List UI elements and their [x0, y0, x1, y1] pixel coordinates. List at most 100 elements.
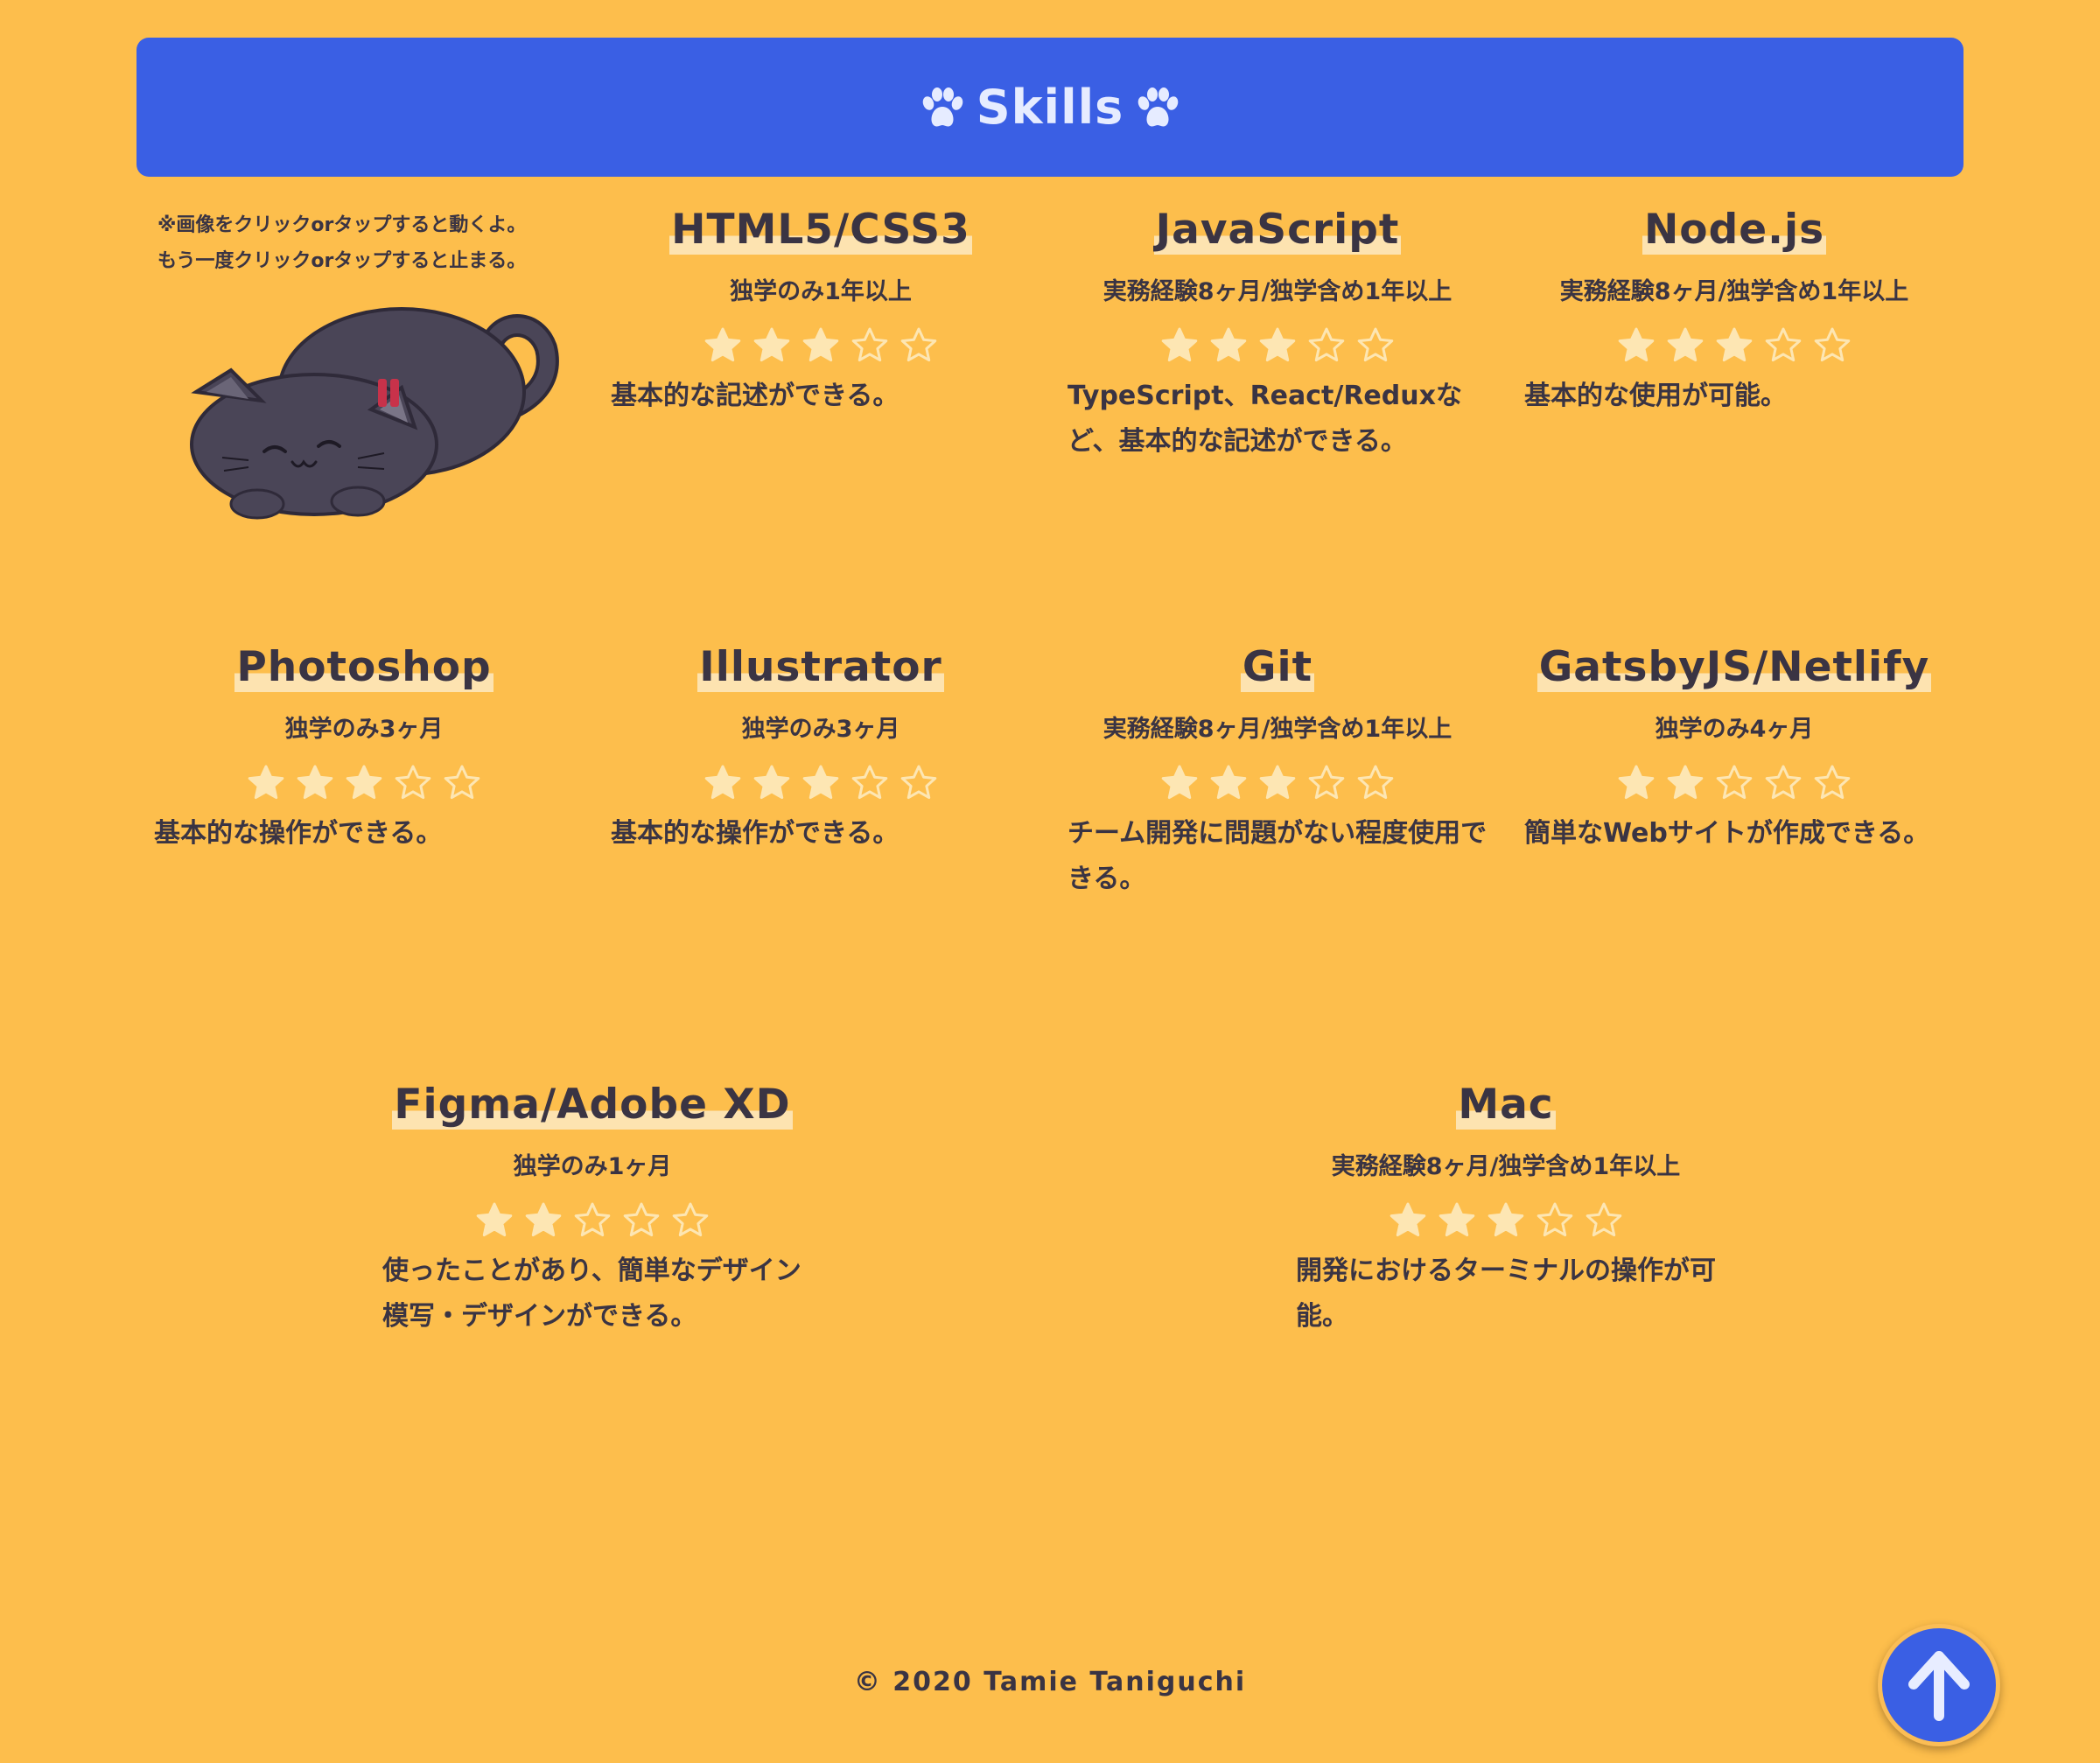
arrow-up-icon — [1908, 1651, 1970, 1721]
star-empty-icon — [1814, 765, 1851, 800]
star-empty-icon — [444, 765, 480, 800]
skill-card: HTML5/CSS3 独学のみ1年以上基本的な記述ができる。 — [611, 206, 1031, 419]
skill-title: Photoshop — [234, 643, 494, 692]
star-filled-icon — [1161, 327, 1198, 362]
skill-experience: 独学のみ4ヶ月 — [1655, 716, 1814, 743]
star-filled-icon — [1488, 1202, 1524, 1237]
skill-description: 基本的な操作ができる。 — [611, 818, 900, 849]
star-filled-icon — [1259, 327, 1296, 362]
star-filled-icon — [753, 327, 790, 362]
skill-title: Mac — [1456, 1081, 1556, 1130]
star-empty-icon — [623, 1202, 660, 1237]
cat-illustration[interactable] — [161, 304, 564, 523]
skill-description: チーム開発に問題がない程度使用できる。 — [1068, 818, 1488, 894]
star-filled-icon — [476, 1202, 513, 1237]
skill-card: Photoshop 独学のみ3ヶ月基本的な操作ができる。 — [154, 643, 574, 857]
star-empty-icon — [851, 765, 888, 800]
star-empty-icon — [395, 765, 431, 800]
skill-description: 基本的な記述ができる。 — [611, 381, 900, 411]
star-empty-icon — [851, 327, 888, 362]
star-empty-icon — [1536, 1202, 1573, 1237]
scroll-top-button[interactable] — [1878, 1624, 2000, 1746]
skill-experience: 独学のみ1ヶ月 — [513, 1153, 672, 1180]
skills-header: Skills — [136, 38, 1964, 177]
star-empty-icon — [900, 765, 937, 800]
skill-title: HTML5/CSS3 — [669, 206, 972, 255]
star-rating — [1068, 764, 1488, 806]
star-rating — [1296, 1201, 1716, 1243]
star-rating — [1068, 326, 1488, 368]
star-filled-icon — [525, 1202, 562, 1237]
star-rating — [154, 764, 574, 806]
star-filled-icon — [802, 327, 839, 362]
skill-title: Node.js — [1642, 206, 1827, 255]
skill-description: 基本的な操作ができる。 — [154, 818, 443, 849]
star-filled-icon — [753, 765, 790, 800]
star-empty-icon — [1716, 765, 1753, 800]
skill-experience: 独学のみ3ヶ月 — [284, 716, 444, 743]
star-empty-icon — [1357, 327, 1394, 362]
star-filled-icon — [1390, 1202, 1426, 1237]
skill-experience: 実務経験8ヶ月/独学含め1年以上 — [1102, 716, 1452, 743]
skill-title: JavaScript — [1153, 206, 1402, 255]
skill-title: Figma/Adobe XD — [392, 1081, 793, 1130]
skill-description: TypeScript、React/Reduxなど、基本的な記述ができる。 — [1068, 381, 1462, 457]
star-rating — [382, 1201, 802, 1243]
star-empty-icon — [1765, 327, 1802, 362]
star-filled-icon — [1259, 765, 1296, 800]
star-filled-icon — [704, 765, 741, 800]
paw-icon — [922, 87, 963, 127]
star-empty-icon — [574, 1202, 611, 1237]
skill-experience: 実務経験8ヶ月/独学含め1年以上 — [1331, 1153, 1681, 1180]
skill-experience: 実務経験8ヶ月/独学含め1年以上 — [1102, 278, 1452, 305]
star-filled-icon — [1618, 327, 1655, 362]
skill-card: Git 実務経験8ヶ月/独学含め1年以上チーム開発に問題がない程度使用できる。 — [1068, 643, 1488, 902]
skill-card: JavaScript 実務経験8ヶ月/独学含め1年以上 TypeScript、Rea… — [1068, 206, 1488, 465]
skill-card: Mac 実務経験8ヶ月/独学含め1年以上開発におけるターミナルの操作が可能。 — [1296, 1081, 1716, 1340]
skill-description: 使ったことがあり、簡単なデザイン模写・デザインができる。 — [382, 1256, 802, 1332]
skill-card: Node.js 実務経験8ヶ月/独学含め1年以上基本的な使用が可能。 — [1524, 206, 1944, 419]
skill-description: 基本的な使用が可能。 — [1524, 381, 1787, 411]
paw-icon — [1138, 87, 1179, 127]
cat-note-line: もう一度クリックorタップすると止まる。 — [158, 250, 527, 272]
star-filled-icon — [1161, 765, 1198, 800]
star-filled-icon — [1667, 765, 1704, 800]
star-filled-icon — [1618, 765, 1655, 800]
star-rating — [611, 326, 1031, 368]
skill-card: Illustrator 独学のみ3ヶ月基本的な操作ができる。 — [611, 643, 1031, 857]
star-empty-icon — [1765, 765, 1802, 800]
skill-title: GatsbyJS/Netlify — [1536, 643, 1932, 692]
skill-description: 開発におけるターミナルの操作が可能。 — [1296, 1256, 1716, 1332]
star-empty-icon — [900, 327, 937, 362]
skill-card: GatsbyJS/Netlify 独学のみ4ヶ月簡単なWebサイトが作成できる。 — [1524, 643, 1944, 857]
skill-experience: 実務経験8ヶ月/独学含め1年以上 — [1559, 278, 1909, 305]
star-rating — [1524, 764, 1944, 806]
star-empty-icon — [1308, 765, 1345, 800]
star-empty-icon — [1357, 765, 1394, 800]
copyright-footer: © 2020 Tamie Taniguchi — [853, 1667, 1247, 1697]
skill-card: Figma/Adobe XD 独学のみ1ヶ月使ったことがあり、簡単なデザイン模写・… — [382, 1081, 802, 1340]
star-empty-icon — [1308, 327, 1345, 362]
star-filled-icon — [1716, 327, 1753, 362]
header-title-group: Skills — [919, 80, 1181, 135]
cat-note-line: ※画像をクリックorタップすると動くよ。 — [158, 214, 527, 236]
skill-title: Illustrator — [697, 643, 944, 692]
star-empty-icon — [1586, 1202, 1622, 1237]
skill-title: Git — [1240, 643, 1315, 692]
star-rating — [611, 764, 1031, 806]
star-filled-icon — [1210, 765, 1247, 800]
star-filled-icon — [1438, 1202, 1475, 1237]
skill-experience: 独学のみ1年以上 — [730, 278, 912, 305]
star-filled-icon — [1210, 327, 1247, 362]
star-filled-icon — [346, 765, 382, 800]
skill-description: 簡単なWebサイトが作成できる。 — [1524, 818, 1930, 849]
star-empty-icon — [672, 1202, 709, 1237]
star-filled-icon — [1667, 327, 1704, 362]
star-filled-icon — [802, 765, 839, 800]
star-filled-icon — [704, 327, 741, 362]
star-filled-icon — [248, 765, 284, 800]
cat-instruction-note: ※画像をクリックorタップすると動くよ。 もう一度クリックorタップすると止まる… — [158, 207, 578, 279]
skill-experience: 独学のみ3ヶ月 — [741, 716, 900, 743]
star-rating — [1524, 326, 1944, 368]
page-title: Skills — [976, 80, 1124, 135]
